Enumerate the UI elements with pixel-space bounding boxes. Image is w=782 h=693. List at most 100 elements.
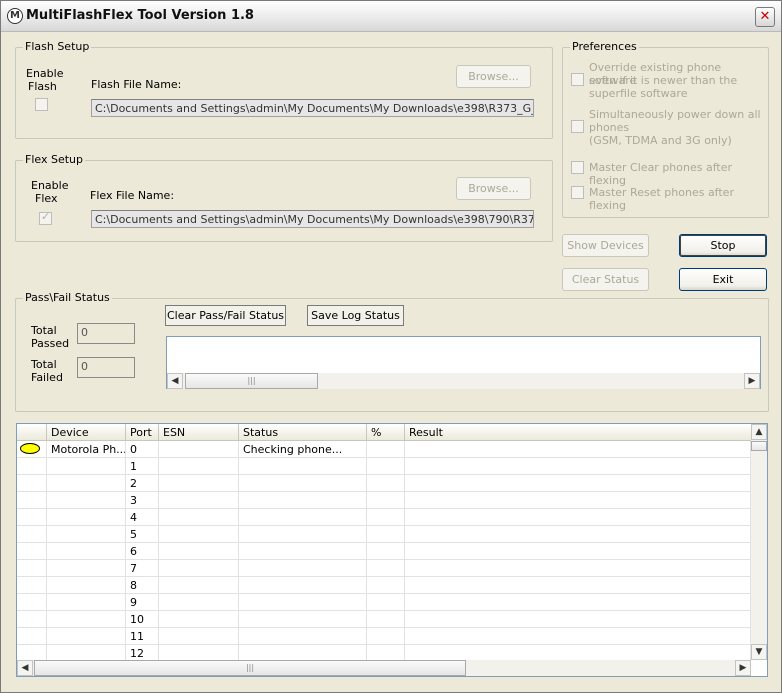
cell-port: 2: [126, 475, 159, 492]
cell-port: 10: [126, 611, 159, 628]
cell-percent: [367, 628, 405, 645]
cell-status: [239, 526, 367, 543]
cell-esn: [159, 543, 239, 560]
column-header-status[interactable]: Status: [239, 424, 367, 441]
enable-flex-label: Enable: [31, 179, 69, 192]
cell-esn: [159, 594, 239, 611]
cell-percent: [367, 509, 405, 526]
scroll-right-icon[interactable]: ▶: [744, 373, 760, 389]
log-horizontal-scrollbar[interactable]: ◀ ||| ▶: [167, 373, 760, 389]
clear-pass-fail-button[interactable]: Clear Pass/Fail Status: [165, 305, 286, 326]
cell-indicator: [17, 492, 47, 509]
exit-button[interactable]: Exit: [679, 268, 767, 291]
master-reset-checkbox[interactable]: [571, 186, 584, 199]
table-hscroll-thumb[interactable]: |||: [34, 660, 466, 676]
column-header-esn[interactable]: ESN: [159, 424, 239, 441]
cell-esn: [159, 611, 239, 628]
pass-fail-title: Pass\Fail Status: [23, 291, 112, 304]
cell-percent: [367, 611, 405, 628]
flash-setup-title: Flash Setup: [23, 40, 92, 53]
clear-status-button[interactable]: Clear Status: [562, 268, 649, 291]
cell-device: [47, 560, 126, 577]
cell-result: [405, 577, 751, 594]
cell-percent: [367, 458, 405, 475]
power-down-label-3: (GSM, TDMA and 3G only): [589, 134, 732, 147]
column-header-percent[interactable]: %: [367, 424, 405, 441]
cell-esn: [159, 577, 239, 594]
cell-indicator: [17, 560, 47, 577]
device-table[interactable]: Device Port ESN Status % Result Motorola…: [16, 423, 768, 677]
flash-file-label: Flash File Name:: [91, 78, 182, 91]
total-failed-value: 0: [77, 357, 135, 378]
column-header-result[interactable]: Result: [405, 424, 753, 441]
cell-status: [239, 543, 367, 560]
cell-esn: [159, 509, 239, 526]
column-header-indicator[interactable]: [17, 424, 47, 441]
flash-file-field[interactable]: C:\Documents and Settings\admin\My Docum…: [91, 99, 534, 117]
cell-status: [239, 594, 367, 611]
override-software-checkbox[interactable]: [571, 73, 584, 86]
table-horizontal-scrollbar[interactable]: ◀ ||| ▶: [17, 660, 751, 676]
cell-percent: [367, 577, 405, 594]
power-down-checkbox[interactable]: [571, 120, 584, 133]
cell-device: [47, 577, 126, 594]
cell-port: 8: [126, 577, 159, 594]
scroll-left-icon[interactable]: ◀: [167, 373, 183, 389]
cell-indicator: [17, 577, 47, 594]
master-clear-label: Master Clear phones after flexing: [589, 161, 732, 187]
cell-port: 1: [126, 458, 159, 475]
cell-indicator: [17, 526, 47, 543]
window-title: MultiFlashFlex Tool Version 1.8: [26, 8, 254, 23]
scroll-up-icon[interactable]: ▲: [751, 424, 767, 440]
cell-indicator: [17, 628, 47, 645]
total-failed-label-2: Failed: [31, 371, 63, 384]
scroll-left-icon[interactable]: ◀: [17, 660, 33, 676]
status-indicator-icon: [20, 443, 40, 454]
table-vscroll-thumb[interactable]: [751, 441, 767, 451]
cell-percent: [367, 594, 405, 611]
cell-indicator: [17, 594, 47, 611]
cell-result: [405, 526, 751, 543]
cell-indicator: [17, 543, 47, 560]
column-header-port[interactable]: Port: [126, 424, 159, 441]
cell-port: 4: [126, 509, 159, 526]
flex-file-field[interactable]: C:\Documents and Settings\admin\My Docum…: [91, 210, 534, 228]
close-icon[interactable]: ✕: [755, 7, 775, 27]
cell-result: [405, 594, 751, 611]
enable-flash-checkbox[interactable]: [35, 98, 48, 111]
cell-port: 6: [126, 543, 159, 560]
column-header-device[interactable]: Device: [47, 424, 126, 441]
cell-port: 0: [126, 441, 159, 458]
flex-browse-button[interactable]: Browse...: [456, 177, 531, 200]
save-log-button[interactable]: Save Log Status: [307, 305, 404, 326]
cell-port: 7: [126, 560, 159, 577]
cell-indicator: [17, 475, 47, 492]
scroll-down-icon[interactable]: ▼: [751, 644, 767, 660]
cell-percent: [367, 475, 405, 492]
cell-result: [405, 509, 751, 526]
power-down-label-2: phones: [589, 121, 630, 134]
checkmark-icon: ✓: [41, 210, 51, 223]
title-bar[interactable]: M MultiFlashFlex Tool Version 1.8 ✕: [1, 1, 781, 32]
cell-percent: [367, 560, 405, 577]
flash-browse-button[interactable]: Browse...: [456, 65, 531, 88]
enable-flex-checkbox[interactable]: ✓: [39, 210, 52, 225]
enable-flex-label-2: Flex: [35, 192, 58, 205]
cell-esn: [159, 526, 239, 543]
table-vertical-scrollbar[interactable]: ▲ ▼: [751, 424, 767, 660]
cell-device: Motorola Ph...: [47, 441, 126, 458]
cell-device: [47, 628, 126, 645]
show-devices-button[interactable]: Show Devices: [562, 234, 649, 257]
cell-port: 9: [126, 594, 159, 611]
power-down-label-1: Simultaneously power down all: [589, 108, 761, 121]
log-output-box[interactable]: ◀ ||| ▶: [166, 336, 761, 389]
cell-esn: [159, 628, 239, 645]
log-scroll-thumb[interactable]: |||: [185, 373, 318, 389]
cell-result: [405, 441, 751, 458]
override-software-label-3: superfile software: [589, 87, 688, 100]
stop-button[interactable]: Stop: [679, 234, 767, 257]
master-clear-checkbox[interactable]: [571, 161, 584, 174]
scroll-right-icon[interactable]: ▶: [735, 660, 751, 676]
cell-esn: [159, 458, 239, 475]
total-passed-label-2: Passed: [31, 337, 70, 350]
